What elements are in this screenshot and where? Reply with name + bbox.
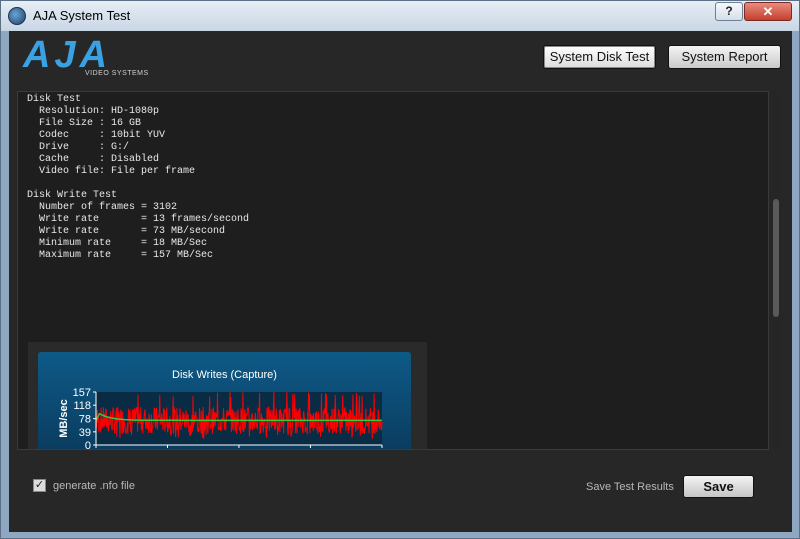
y-tick-label: 157	[73, 387, 91, 399]
results-scrollbar[interactable]	[770, 91, 782, 450]
main-panel: AJA VIDEO SYSTEMS System Disk Test Syste…	[9, 31, 792, 532]
logo-sub: VIDEO SYSTEMS	[85, 70, 149, 77]
footer: ✓ generate .nfo file Save Test Results S…	[9, 466, 792, 532]
generate-nfo-label: generate .nfo file	[53, 480, 135, 492]
window-title: AJA System Test	[33, 8, 131, 23]
system-report-button[interactable]: System Report	[668, 45, 781, 69]
y-axis-label: MB/sec	[58, 399, 70, 438]
title-bar[interactable]: AJA System Test ? ✕	[1, 1, 799, 31]
results-panel: Disk Test Resolution: HD-1080p File Size…	[17, 91, 769, 450]
y-tick-label: 118	[73, 400, 91, 412]
aja-app-icon	[8, 7, 26, 25]
disk-writes-chart: Disk Writes (Capture) 157 118 78 39 0 0 775 155…	[38, 352, 411, 450]
save-test-results-label: Save Test Results	[586, 481, 674, 493]
aja-logo: AJA VIDEO SYSTEMS	[23, 34, 163, 79]
y-tick-label: 78	[79, 414, 91, 426]
close-button[interactable]: ✕	[744, 2, 792, 21]
save-button[interactable]: Save	[683, 475, 754, 498]
results-text: Disk Test Resolution: HD-1080p File Size…	[27, 94, 250, 261]
generate-nfo-checkbox[interactable]: ✓	[33, 479, 46, 492]
chart-plot: 157118783900 775 1550 2325 3101Frame numberM…	[58, 387, 383, 450]
y-tick-label: 39	[79, 427, 91, 439]
scrollbar-thumb[interactable]	[773, 199, 779, 317]
help-button[interactable]: ?	[715, 2, 743, 21]
graph-frame: Disk Writes (Capture) 157 118 78 39 0 0 775 155…	[28, 342, 427, 450]
app-window: AJA System Test ? ✕ AJA VIDEO SYSTEMS Sy…	[0, 0, 800, 539]
system-disk-test-button[interactable]: System Disk Test	[543, 45, 656, 69]
y-tick-label: 0	[85, 440, 91, 450]
